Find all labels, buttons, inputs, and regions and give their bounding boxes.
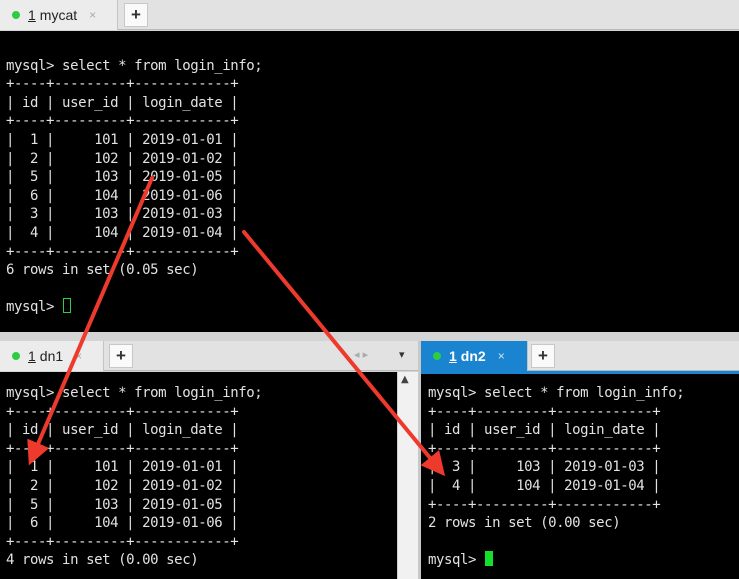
tab-dn2[interactable]: 1 dn2 ×	[421, 341, 528, 371]
add-tab-button[interactable]: +	[531, 344, 555, 368]
terminal-dn1[interactable]: mysql> select * from login_info; +----+-…	[0, 372, 397, 579]
add-tab-button[interactable]: +	[124, 3, 148, 27]
terminal-dn2[interactable]: mysql> select * from login_info; +----+-…	[421, 374, 739, 579]
terminal-cursor	[63, 298, 72, 314]
terminal-output: mysql> select * from login_info; +----+-…	[6, 57, 263, 316]
connected-status-icon	[12, 352, 20, 360]
tab-number: 1	[28, 348, 36, 364]
scroll-up-icon[interactable]: ▲	[401, 374, 409, 385]
connected-status-icon	[433, 352, 441, 360]
tab-label: dn1	[39, 348, 64, 364]
pane-divider-horizontal[interactable]	[0, 332, 739, 341]
scrollbar-dn1[interactable]: ▲	[397, 372, 418, 579]
tab-mycat[interactable]: 1 mycat ×	[0, 0, 118, 30]
close-icon[interactable]: ×	[75, 349, 82, 363]
tab-label: dn2	[460, 348, 486, 364]
tab-dn1[interactable]: 1 dn1 ×	[0, 341, 104, 371]
terminal-output: mysql> select * from login_info; +----+-…	[428, 385, 685, 569]
add-tab-button[interactable]: +	[109, 344, 133, 368]
terminal-output: mysql> select * from login_info; +----+-…	[6, 385, 263, 569]
connected-status-icon	[12, 11, 20, 19]
close-icon[interactable]: ×	[498, 349, 505, 363]
tab-number: 1	[449, 348, 457, 364]
tab-label: mycat	[39, 7, 78, 23]
tab-scroll-arrows[interactable]: ◂ ▸	[354, 348, 368, 361]
terminal-mycat[interactable]: mysql> select * from login_info; +----+-…	[0, 31, 739, 332]
tab-number: 1	[28, 7, 36, 23]
terminal-cursor	[485, 551, 494, 567]
tab-list-dropdown-icon[interactable]: ▾	[399, 348, 405, 361]
close-icon[interactable]: ×	[89, 8, 96, 22]
